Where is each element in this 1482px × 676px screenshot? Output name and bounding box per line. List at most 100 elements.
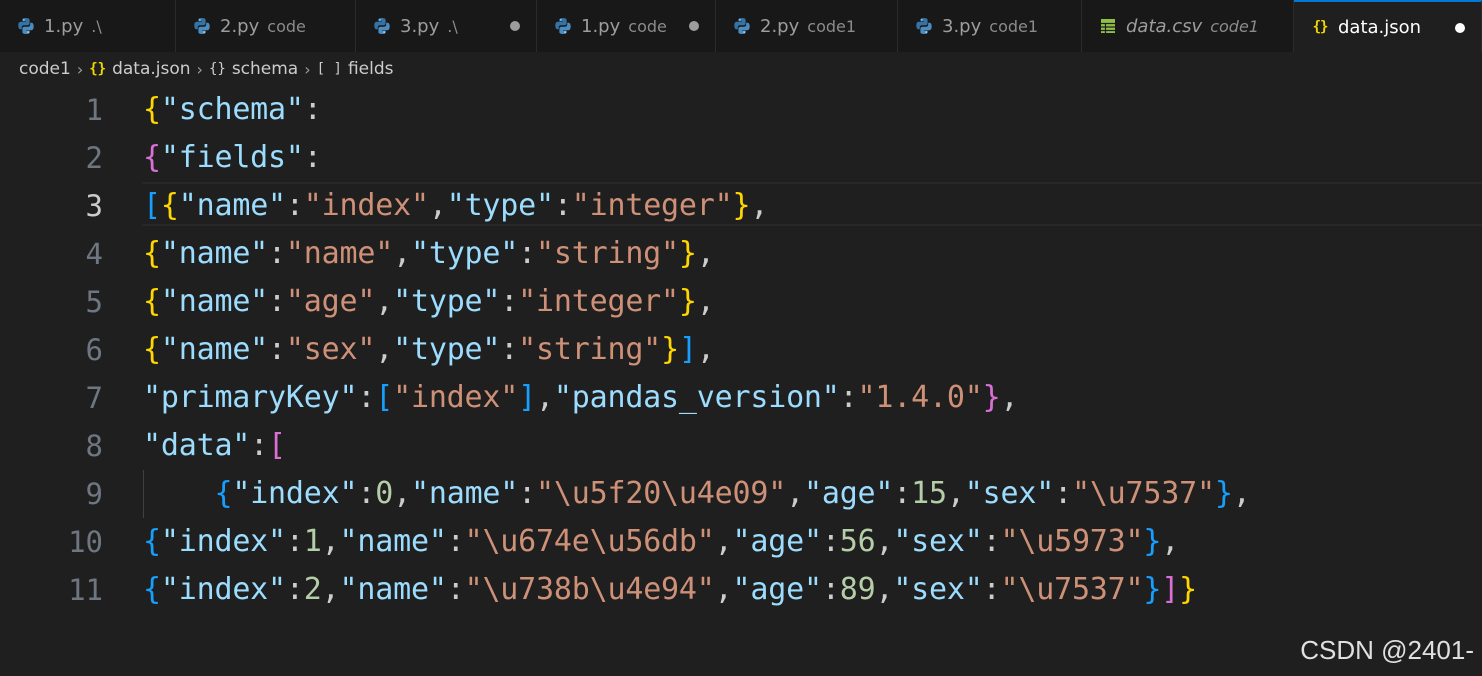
code-text: {"name":"age","type":"integer"}, <box>143 278 715 326</box>
tab-data-json[interactable]: {} data.json <box>1294 0 1482 52</box>
token-str: "string" <box>536 236 679 271</box>
token-punc: : <box>250 428 269 463</box>
tab-label: data.csv <box>1126 15 1203 37</box>
code-text: {"name":"name","type":"string"}, <box>143 230 715 278</box>
token-key: "fields" <box>160 140 304 175</box>
tab-2-py-code[interactable]: 2.py code <box>176 0 356 52</box>
code-line[interactable]: 10 {"index":1,"name":"\u674e\u56db","age"… <box>0 518 1482 566</box>
token-key: "index" <box>232 476 358 511</box>
unsaved-dot-icon[interactable] <box>689 21 699 31</box>
token-punc: , <box>696 284 715 319</box>
token-key: "age" <box>732 572 823 607</box>
token-b1: } <box>1179 572 1198 607</box>
code-line[interactable]: 7 "primaryKey":["index"],"pandas_version"… <box>0 374 1482 422</box>
token-str: "\u7537" <box>1071 476 1215 511</box>
code-text: {"index":0,"name":"\u5f20\u4e09","age":1… <box>143 470 1250 518</box>
tab-description: .\ <box>91 16 102 36</box>
token-str: "sex" <box>285 332 376 367</box>
editor-tab-bar: 1.py .\ 2.py code 3.py .\ 1.py code 2.py code1 3.p… <box>0 0 1482 52</box>
token-b3: ] <box>678 332 697 367</box>
token-punc: : <box>446 572 465 607</box>
tab-3-py-code1[interactable]: 3.py code1 <box>898 0 1082 52</box>
token-b3: } <box>1143 524 1162 559</box>
token-str: "\u7537" <box>1000 572 1144 607</box>
token-punc: : <box>893 476 912 511</box>
breadcrumb-item-fields[interactable]: [ ] fields <box>317 59 394 79</box>
code-line[interactable]: 1 {"schema": <box>0 86 1482 134</box>
breadcrumb-item-schema[interactable]: {} schema <box>209 59 298 79</box>
tab-description: .\ <box>447 16 458 36</box>
token-b2: [ <box>268 428 286 463</box>
token-b1: } <box>661 332 679 367</box>
token-key: "type" <box>446 188 554 223</box>
chevron-right-icon: › <box>304 59 311 79</box>
code-line[interactable]: 2 {"fields": <box>0 134 1482 182</box>
token-key: "name" <box>410 476 519 511</box>
code-line[interactable]: 4 {"name":"name","type":"string"}, <box>0 230 1482 278</box>
code-line[interactable]: 5 {"name":"age","type":"integer"}, <box>0 278 1482 326</box>
token-punc: : <box>1054 476 1072 511</box>
token-key: "schema" <box>160 92 304 127</box>
tab-1-py-code[interactable]: 1.py code <box>537 0 716 52</box>
token-punc: : <box>303 92 322 127</box>
token-punc: : <box>982 572 1001 607</box>
token-b1: { <box>143 284 161 319</box>
tab-data-csv-code1[interactable]: data.csv code1 <box>1082 0 1294 52</box>
token-key: "data" <box>143 428 251 463</box>
code-editor[interactable]: 1 {"schema": 2 {"fields": 3 [{"name":"index",… <box>0 86 1482 676</box>
tab-label: 2.py <box>760 15 800 37</box>
breadcrumb: code1 ›{} data.json ›{} schema ›[ ] fields <box>0 52 1482 86</box>
token-punc: : <box>357 476 376 511</box>
token-b2: } <box>982 380 1001 415</box>
code-text: [{"name":"index","type":"integer"}, <box>143 182 768 230</box>
token-b1: } <box>732 188 751 223</box>
code-text: {"name":"sex","type":"string"}], <box>143 326 715 374</box>
token-punc: , <box>428 188 447 223</box>
token-punc: : <box>268 332 286 367</box>
token-punc: : <box>303 140 322 175</box>
line-number: 1 <box>85 93 103 127</box>
chevron-right-icon: › <box>196 59 203 79</box>
code-line[interactable]: 11 {"index":2,"name":"\u738b\u4e94","age"… <box>0 566 1482 614</box>
token-punc: : <box>500 284 519 319</box>
tab-1-py-[interactable]: 1.py .\ <box>0 0 176 52</box>
code-text: {"index":2,"name":"\u738b\u4e94","age":8… <box>143 566 1197 614</box>
token-punc: , <box>696 332 715 367</box>
token-b3: } <box>1214 476 1233 511</box>
code-line[interactable]: 3 [{"name":"index","type":"integer"}, <box>0 182 1482 230</box>
tab-2-py-code1[interactable]: 2.py code1 <box>716 0 898 52</box>
breadcrumb-item-code1[interactable]: code1 <box>19 59 71 79</box>
breadcrumb-label: data.json <box>112 59 191 79</box>
token-num: 0 <box>375 476 394 511</box>
token-punc: : <box>268 236 286 271</box>
token-punc: , <box>714 524 733 559</box>
token-punc: : <box>518 236 537 271</box>
tab-3-py-[interactable]: 3.py .\ <box>356 0 537 52</box>
token-punc: , <box>321 524 340 559</box>
token-str: "integer" <box>518 284 679 319</box>
token-key: "sex" <box>964 476 1055 511</box>
token-punc: , <box>875 572 894 607</box>
unsaved-dot-icon[interactable] <box>510 21 520 31</box>
code-line[interactable]: 9 {"index":0,"name":"\u5f20\u4e09","age"… <box>0 470 1482 518</box>
tab-description: code <box>267 16 306 36</box>
token-punc: , <box>946 476 965 511</box>
token-key: "primaryKey" <box>143 380 358 415</box>
tab-label: 1.py <box>44 15 84 37</box>
unsaved-dot-icon[interactable] <box>1455 23 1465 33</box>
token-num: 15 <box>911 476 947 511</box>
token-str: "\u674e\u56db" <box>464 524 715 559</box>
code-line[interactable]: 8 "data":[ <box>0 422 1482 470</box>
code-line[interactable]: 6 {"name":"sex","type":"string"}], <box>0 326 1482 374</box>
python-icon <box>16 16 36 36</box>
token-key: "name" <box>160 332 269 367</box>
token-str: "age" <box>285 284 376 319</box>
tab-description: code1 <box>807 16 857 36</box>
token-key: "sex" <box>893 524 983 559</box>
json-braces-icon: {} <box>89 61 107 77</box>
tab-label: 1.py <box>581 15 621 37</box>
token-b1: { <box>143 236 161 271</box>
array-brackets-icon: [ ] <box>316 61 342 77</box>
json-braces-icon: {} <box>1312 19 1329 35</box>
breadcrumb-item-data-json[interactable]: {} data.json <box>89 59 190 79</box>
